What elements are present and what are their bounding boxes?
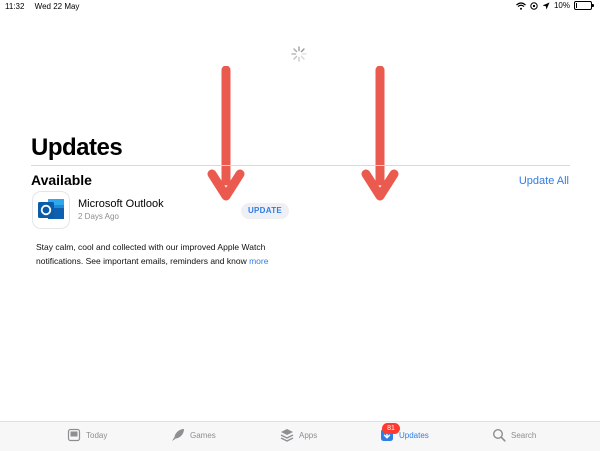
more-link[interactable]: more — [249, 256, 268, 266]
down-arrow-annotation-right — [361, 66, 399, 201]
tab-search[interactable]: Search — [492, 428, 536, 442]
page-title: Updates — [31, 134, 123, 161]
tab-apps-label: Apps — [299, 430, 318, 440]
tab-apps[interactable]: Apps — [280, 428, 317, 442]
loading-spinner-icon — [291, 46, 307, 62]
release-notes-text: Stay calm, cool and collected with our i… — [36, 242, 266, 266]
divider — [31, 165, 570, 166]
status-time: 11:32 — [5, 2, 25, 11]
app-name[interactable]: Microsoft Outlook — [78, 198, 164, 210]
spinner-spoke — [293, 55, 298, 60]
status-bar: 11:32 Wed 22 May 10% — [0, 0, 600, 14]
update-all-button[interactable]: Update All — [519, 175, 569, 187]
app-date: 2 Days Ago — [78, 212, 119, 221]
wifi-icon — [516, 1, 526, 10]
tab-updates-label: Updates — [399, 430, 429, 440]
today-icon — [67, 428, 81, 442]
release-notes: Stay calm, cool and collected with our i… — [36, 240, 296, 268]
spinner-spoke — [293, 48, 298, 53]
battery-percent: 10% — [553, 1, 570, 10]
tab-today-label: Today — [86, 430, 108, 440]
orientation-lock-icon — [530, 1, 538, 10]
section-title: Available — [31, 172, 92, 188]
search-icon — [492, 428, 506, 442]
spinner-spoke — [300, 48, 305, 53]
tab-games[interactable]: Games — [171, 428, 216, 442]
tab-bar: Today Games Apps Updates Search — [0, 421, 600, 451]
location-icon — [542, 2, 550, 9]
tab-games-label: Games — [190, 430, 216, 440]
tab-today[interactable]: Today — [67, 428, 107, 442]
battery-icon — [574, 1, 594, 10]
status-date: Wed 22 May — [34, 2, 80, 11]
tab-search-label: Search — [511, 430, 537, 440]
down-arrow-annotation-left — [207, 66, 245, 201]
update-button[interactable]: UPDATE — [241, 203, 289, 219]
spinner-spoke — [300, 55, 305, 60]
layers-icon — [280, 429, 294, 442]
updates-badge: 81 — [382, 423, 400, 434]
rocket-icon — [172, 429, 184, 441]
battery-fill — [576, 3, 577, 8]
outlook-icon[interactable] — [33, 192, 69, 228]
